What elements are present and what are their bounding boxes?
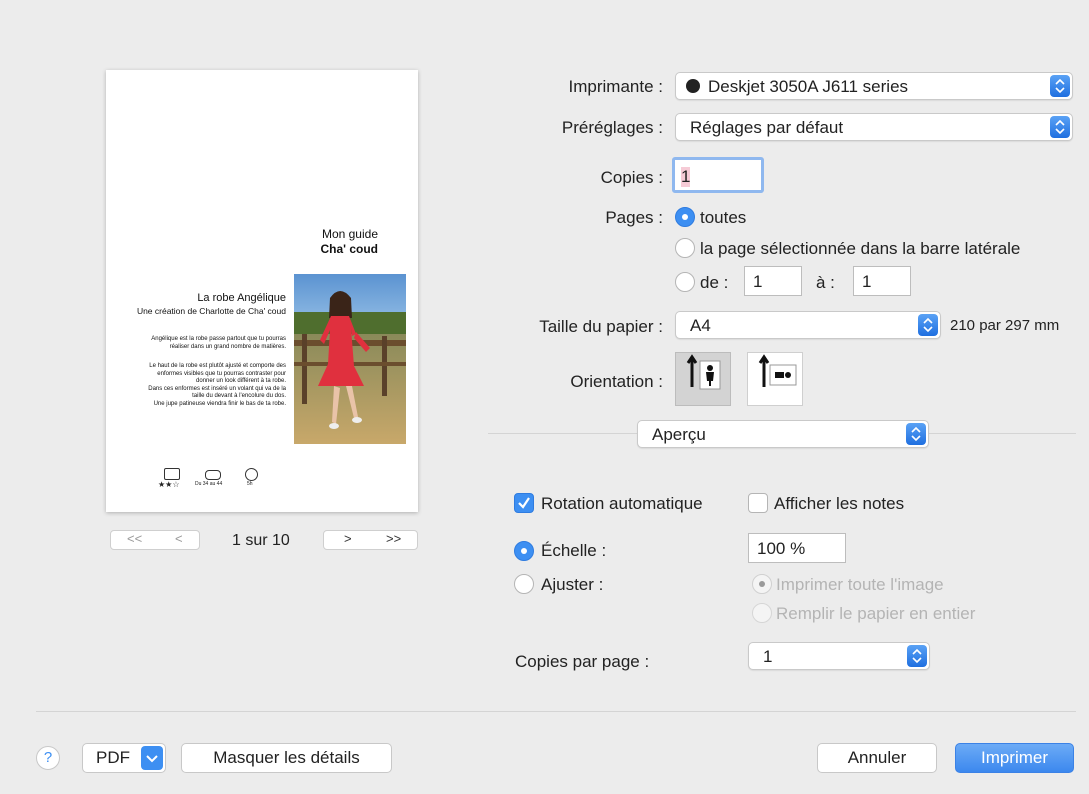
- clock-icon: [245, 468, 258, 481]
- paragraph-1: Angélique est la robe passe partout que …: [151, 336, 286, 350]
- dress-title: La robe Angélique: [197, 292, 286, 304]
- guide-subtitle: Cha' coud: [320, 242, 378, 256]
- pdf-menu-button[interactable]: PDF: [82, 743, 166, 773]
- print-entire-label: Imprimer toute l'image: [776, 575, 944, 594]
- auto-rotate-checkbox[interactable]: [514, 493, 534, 513]
- fit-radio[interactable]: [514, 574, 534, 594]
- copies-input[interactable]: 1: [672, 157, 764, 193]
- orientation-portrait-button[interactable]: [675, 352, 731, 406]
- first-page-button[interactable]: <<: [127, 531, 142, 546]
- scale-input[interactable]: 100 %: [748, 533, 846, 563]
- show-notes-checkbox[interactable]: [748, 493, 768, 513]
- page-preview: Mon guide Cha' coud La robe Angélique Un…: [106, 70, 418, 512]
- orientation-landscape-button[interactable]: [747, 352, 803, 406]
- page-indicator: 1 sur 10: [232, 532, 290, 549]
- size-icon: [205, 470, 221, 480]
- help-button[interactable]: ?: [36, 746, 60, 770]
- auto-rotate-label: Rotation automatique: [541, 494, 703, 513]
- footer-separator: [36, 711, 1076, 712]
- printer-label: Imprimante :: [568, 77, 663, 96]
- duration: 5h: [247, 481, 253, 487]
- presets-label: Préréglages :: [561, 118, 663, 137]
- paper-size-value: A4: [690, 316, 711, 335]
- paper-size-label: Taille du papier :: [539, 317, 663, 336]
- dress-subtitle: Une création de Charlotte de Cha' coud: [136, 306, 286, 316]
- last-page-button[interactable]: >>: [386, 531, 401, 546]
- copies-per-page-label: Copies par page :: [515, 652, 650, 671]
- pages-from-input[interactable]: 1: [744, 266, 802, 296]
- chevron-down-icon: [141, 746, 163, 770]
- fit-label: Ajuster :: [541, 575, 604, 594]
- landscape-icon: [758, 354, 797, 387]
- dress-photo: [294, 274, 406, 444]
- paper-size-select[interactable]: A4: [675, 311, 941, 339]
- print-button[interactable]: Imprimer: [955, 743, 1074, 773]
- scale-label: Échelle :: [541, 541, 607, 560]
- pages-range-radio[interactable]: [675, 272, 695, 292]
- pages-from-label: de :: [700, 273, 729, 292]
- section-value: Aperçu: [652, 425, 706, 444]
- difficulty-stars: ★★☆: [158, 480, 180, 489]
- first-prev-buttons: << <: [110, 530, 200, 550]
- pages-all-radio[interactable]: [675, 207, 695, 227]
- fill-paper-label: Remplir le papier en entier: [776, 604, 976, 623]
- guide-title: Mon guide: [321, 227, 378, 241]
- scale-radio[interactable]: [514, 541, 534, 561]
- chevron-updown-icon: [907, 645, 927, 667]
- checkmark-icon: [518, 497, 530, 509]
- chevron-updown-icon: [918, 314, 938, 336]
- show-notes-label: Afficher les notes: [774, 494, 905, 513]
- section-select[interactable]: Aperçu: [637, 420, 929, 448]
- pages-selected-label: la page sélectionnée dans la barre latér…: [700, 239, 1021, 258]
- printer-status-icon: [686, 79, 700, 93]
- size-range: Du 34 au 44: [195, 481, 223, 487]
- chevron-updown-icon: [1050, 116, 1070, 138]
- portrait-icon: [686, 354, 721, 390]
- next-last-buttons: > >>: [323, 530, 418, 550]
- cancel-button[interactable]: Annuler: [817, 743, 937, 773]
- difficulty-icon: [164, 468, 180, 480]
- paper-dimensions: 210 par 297 mm: [950, 317, 1060, 334]
- presets-select[interactable]: Réglages par défaut: [675, 113, 1073, 141]
- pages-all-label: toutes: [700, 208, 747, 227]
- copies-per-page-select[interactable]: 1: [748, 642, 930, 670]
- copies-label: Copies :: [600, 168, 663, 187]
- prev-page-button[interactable]: <: [175, 531, 183, 546]
- hide-details-button[interactable]: Masquer les détails: [181, 743, 392, 773]
- orientation-label: Orientation :: [570, 372, 663, 391]
- fill-paper-radio[interactable]: [752, 603, 772, 623]
- printer-value: Deskjet 3050A J611 series: [708, 77, 909, 96]
- print-entire-radio[interactable]: [752, 574, 772, 594]
- chevron-updown-icon: [906, 423, 926, 445]
- next-page-button[interactable]: >: [344, 531, 352, 546]
- copies-per-page-value: 1: [763, 647, 773, 666]
- printer-select[interactable]: Deskjet 3050A J611 series: [675, 72, 1073, 100]
- pages-selected-radio[interactable]: [675, 238, 695, 258]
- paragraph-2: Le haut de la robe est plutôt ajusté et …: [148, 363, 286, 407]
- help-icon: ?: [43, 749, 53, 766]
- chevron-updown-icon: [1050, 75, 1070, 97]
- presets-value: Réglages par défaut: [690, 118, 844, 137]
- pages-to-label: à :: [816, 273, 835, 292]
- pages-label: Pages :: [605, 208, 663, 227]
- pages-to-input[interactable]: 1: [853, 266, 911, 296]
